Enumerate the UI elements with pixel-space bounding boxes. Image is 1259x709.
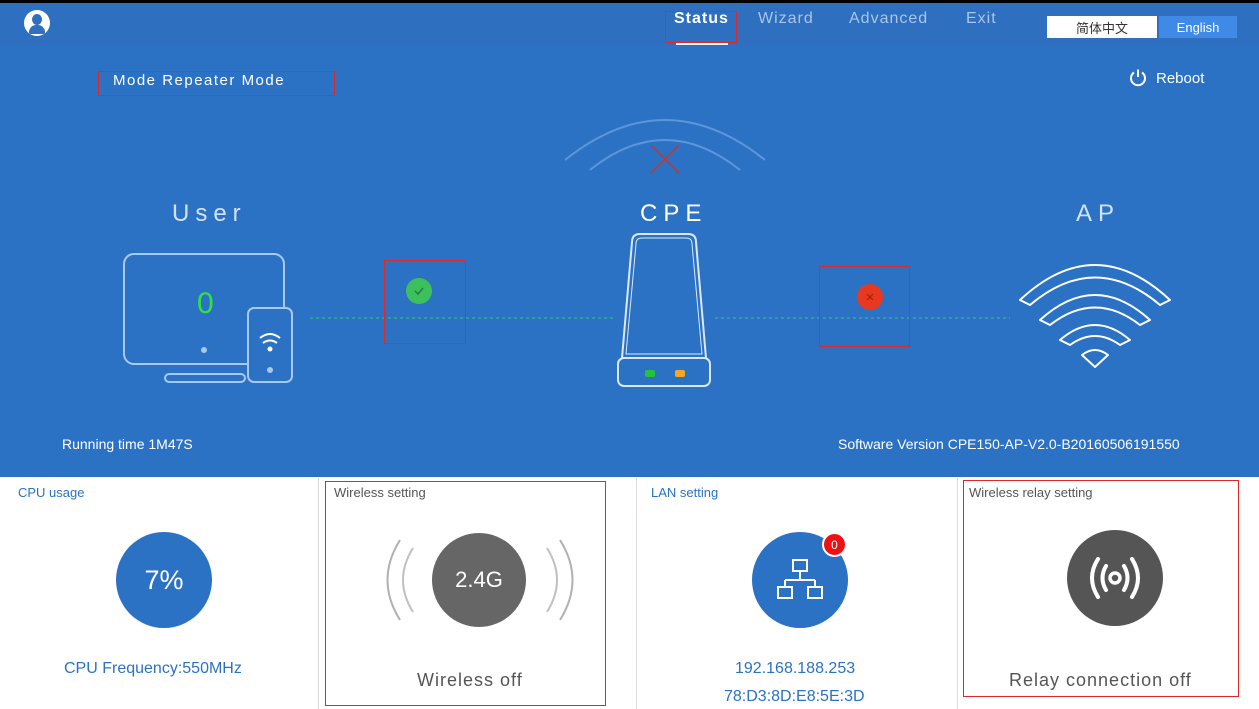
lan-mac-address: 78:D3:8D:E8:5E:3D bbox=[724, 688, 865, 705]
cpu-usage-title: CPU usage bbox=[18, 485, 85, 500]
cpu-usage-circle: 7% bbox=[116, 532, 212, 628]
broadcast-icon bbox=[1090, 557, 1140, 599]
panel-divider bbox=[636, 478, 637, 709]
nav-exit[interactable]: Exit bbox=[966, 10, 997, 28]
cpu-usage-value: 7% bbox=[144, 564, 184, 595]
reboot-button[interactable]: Reboot bbox=[1128, 68, 1204, 88]
lan-ip-address: 192.168.188.253 bbox=[735, 660, 856, 677]
user-profile-icon[interactable] bbox=[24, 10, 50, 36]
ap-wifi-icon bbox=[1019, 264, 1171, 368]
network-icon bbox=[777, 559, 823, 599]
reboot-label: Reboot bbox=[1156, 69, 1205, 87]
language-english-button[interactable]: English bbox=[1159, 16, 1237, 38]
status-highlight-box bbox=[665, 11, 737, 43]
connected-users-count: 0 bbox=[197, 287, 214, 320]
cpe-signal-arcs-icon bbox=[564, 119, 766, 174]
running-time: Running time 1M47S bbox=[62, 436, 193, 452]
wireless-status: Wireless off bbox=[417, 670, 523, 690]
cpe-device-icon bbox=[617, 233, 711, 387]
cpe-label: CPE bbox=[640, 200, 708, 227]
user-label: User bbox=[172, 200, 247, 227]
panel-divider bbox=[957, 478, 958, 709]
wireless-band-label: 2.4G bbox=[455, 567, 503, 592]
wireless-setting-title[interactable]: Wireless setting bbox=[334, 485, 426, 500]
relay-setting-title[interactable]: Wireless relay setting bbox=[969, 485, 1093, 500]
software-version: Software Version CPE150-AP-V2.0-B2016050… bbox=[838, 436, 1180, 452]
top-nav-bar: Status Wizard Advanced Exit 简体中文 English bbox=[0, 3, 1259, 46]
mode-highlight-box bbox=[98, 71, 335, 96]
relay-circle[interactable] bbox=[1067, 530, 1163, 626]
relay-status: Relay connection off bbox=[1009, 670, 1192, 690]
error-icon bbox=[857, 284, 883, 310]
ap-label: AP bbox=[1076, 200, 1121, 227]
panel-divider bbox=[318, 478, 319, 709]
check-icon bbox=[406, 278, 432, 304]
language-chinese-button[interactable]: 简体中文 bbox=[1047, 16, 1157, 38]
nav-advanced[interactable]: Advanced bbox=[849, 10, 928, 28]
wireless-band-circle[interactable]: 2.4G bbox=[432, 533, 526, 627]
cpu-frequency: CPU Frequency:550MHz bbox=[64, 660, 242, 677]
power-icon bbox=[1130, 69, 1146, 87]
nav-wizard[interactable]: Wizard bbox=[758, 10, 814, 28]
lan-client-badge: 0 bbox=[822, 532, 847, 557]
lan-setting-title[interactable]: LAN setting bbox=[651, 485, 718, 500]
